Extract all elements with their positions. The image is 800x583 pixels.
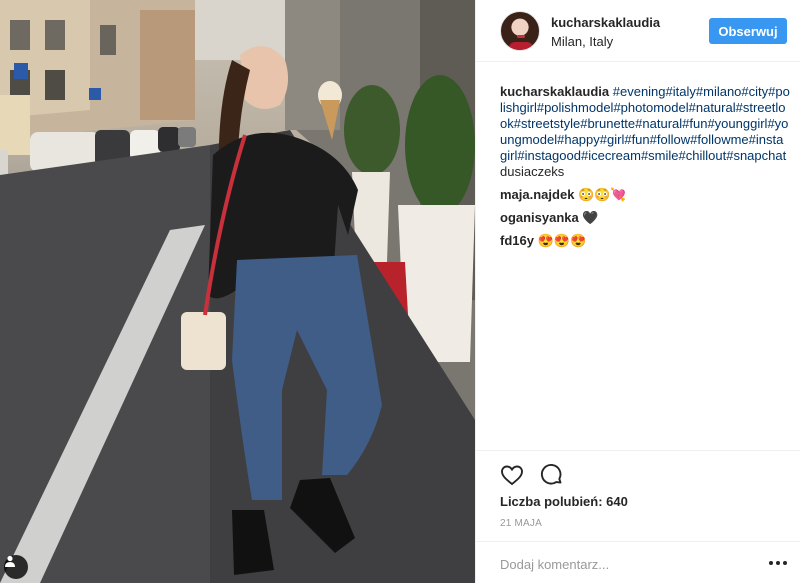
action-bar (476, 450, 800, 496)
add-comment-bar (476, 541, 800, 583)
hashtag-link[interactable]: #evening (613, 84, 666, 99)
comment-item: maja.najdek 😳😳💘 (500, 187, 790, 203)
add-comment-input[interactable] (500, 554, 750, 574)
caption-username[interactable]: kucharskaklaudia (500, 84, 609, 99)
hashtag-link[interactable]: #snapchat (726, 148, 786, 163)
avatar[interactable] (500, 11, 540, 51)
post-details-panel: kucharskaklaudia Milan, Italy Obserwuj k… (475, 0, 800, 583)
likes-count[interactable]: Liczba polubień: 640 (500, 494, 628, 509)
hashtag-link[interactable]: #streetstyle (514, 116, 580, 131)
comment-bubble-icon[interactable] (540, 463, 564, 487)
comment-item: fd16y 😍😍😍 (500, 233, 790, 249)
post-location[interactable]: Milan, Italy (551, 34, 613, 49)
hashtag-link[interactable]: #icecream (581, 148, 641, 163)
comment-text: 🖤 (582, 210, 599, 225)
follow-button[interactable]: Obserwuj (709, 18, 787, 44)
heart-icon[interactable] (500, 463, 524, 487)
comment-username[interactable]: fd16y (500, 233, 534, 248)
comment-text: 😳😳💘 (578, 187, 627, 202)
hashtag-link[interactable]: #photomodel (613, 100, 688, 115)
hashtag-link[interactable]: #italy (666, 84, 696, 99)
comments-section: kucharskaklaudia #evening#italy#milano#c… (500, 84, 790, 249)
post-caption: kucharskaklaudia #evening#italy#milano#c… (500, 84, 790, 180)
photo-illustration (0, 0, 475, 583)
hashtag-link[interactable]: #follow (650, 132, 690, 147)
hashtag-link[interactable]: #city (741, 84, 768, 99)
hashtag-link[interactable]: #chillout (679, 148, 727, 163)
comment-text: 😍😍😍 (537, 233, 587, 248)
more-options-icon[interactable] (768, 556, 788, 570)
hashtag-link[interactable]: #milano (696, 84, 742, 99)
hashtag-link[interactable]: #followme (690, 132, 749, 147)
hashtag-link[interactable]: #younggirl (707, 116, 767, 131)
comment-username[interactable]: maja.najdek (500, 187, 574, 202)
person-tag-icon[interactable] (4, 555, 28, 579)
hashtag-link[interactable]: #polishmodel (537, 100, 614, 115)
post-photo[interactable] (0, 0, 475, 583)
hashtag-link[interactable]: #happy (557, 132, 600, 147)
hashtag-link[interactable]: #instagood (517, 148, 581, 163)
hashtag-link[interactable]: #fun (682, 116, 707, 131)
hashtag-link[interactable]: #smile (641, 148, 679, 163)
hashtag-link[interactable]: #brunette (580, 116, 635, 131)
post-author-username[interactable]: kucharskaklaudia (551, 15, 660, 30)
hashtag-link[interactable]: #natural (635, 116, 682, 131)
comment-username[interactable]: oganisyanka (500, 210, 579, 225)
hashtag-link[interactable]: #fun (624, 132, 649, 147)
post-date[interactable]: 21 MAJA (500, 518, 542, 529)
hashtag-link[interactable]: #girl (600, 132, 625, 147)
post-header: kucharskaklaudia Milan, Italy Obserwuj (476, 0, 800, 62)
hashtag-link[interactable]: #natural (689, 100, 736, 115)
caption-trailing-text: dusiaczeks (500, 164, 565, 179)
comment-item: oganisyanka 🖤 (500, 210, 790, 226)
